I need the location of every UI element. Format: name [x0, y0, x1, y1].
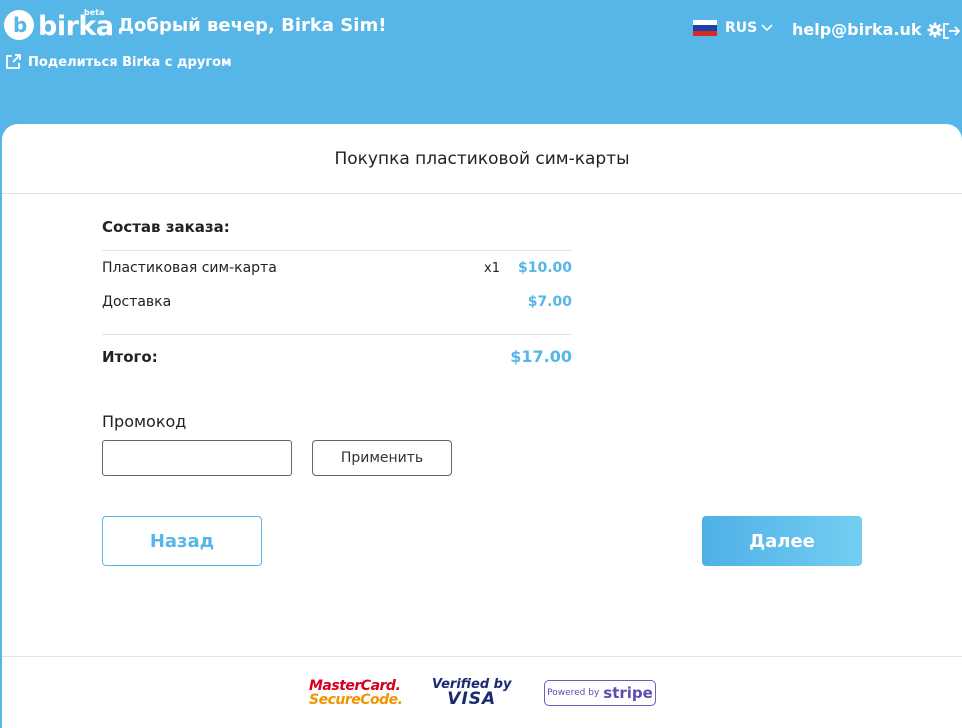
apply-button[interactable]: Применить [312, 440, 452, 476]
logout-icon [943, 23, 961, 39]
language-selector[interactable]: RUS [693, 20, 773, 36]
order-summary: Состав заказа: Пластиковая сим-карта x1 … [102, 218, 572, 366]
order-line-name: Пластиковая сим-карта [102, 260, 277, 276]
purchase-card: Покупка пластиковой сим-карты Состав зак… [2, 124, 962, 728]
share-label: Поделиться Birka с другом [28, 54, 232, 70]
order-line-price: $7.00 [527, 294, 572, 310]
share-link[interactable]: Поделиться Birka с другом [4, 53, 232, 71]
stripe-line2: stripe [603, 684, 653, 702]
total-value: $17.00 [510, 347, 572, 366]
logout-button[interactable] [942, 22, 961, 44]
order-total: Итого: $17.00 [102, 334, 572, 366]
payment-badges: MasterCard. SecureCode. Verified by VISA… [2, 656, 962, 728]
order-line-name: Доставка [102, 294, 172, 310]
greeting: Добрый вечер, Birka Sim! [118, 15, 387, 36]
verified-by-visa-logo: Verified by VISA [432, 677, 511, 709]
help-link[interactable]: help@birka.uk [792, 20, 943, 39]
order-line-qty: x1 [484, 260, 500, 276]
order-line-price: $10.00 [517, 260, 572, 276]
logo[interactable]: b birka beta [4, 8, 114, 42]
order-line: Доставка $7.00 [102, 285, 572, 319]
logo-beta-badge: beta [84, 8, 105, 17]
order-heading: Состав заказа: [102, 218, 572, 251]
mastercard-line2: SecureCode. [309, 692, 403, 708]
language-label: RUS [725, 20, 758, 36]
powered-by-stripe-logo: Powered by stripe [544, 680, 656, 706]
logo-text: birka [38, 11, 114, 42]
visa-line2: VISA [447, 689, 497, 709]
next-button[interactable]: Далее [702, 516, 862, 566]
russia-flag-icon [693, 20, 717, 36]
card-title: Покупка пластиковой сим-карты [2, 124, 962, 194]
gear-icon[interactable] [927, 22, 943, 38]
help-email: help@birka.uk [792, 20, 922, 39]
mastercard-securecode-logo: MasterCard. SecureCode. [309, 678, 403, 708]
stripe-line1: Powered by [547, 688, 600, 698]
total-label: Итого: [102, 347, 158, 366]
chevron-down-icon [761, 24, 773, 32]
order-line: Пластиковая сим-карта x1 $10.00 [102, 251, 572, 285]
share-icon [6, 54, 21, 69]
mastercard-line1: MasterCard. [309, 678, 401, 694]
back-button[interactable]: Назад [102, 516, 262, 566]
logo-mark-icon: b [4, 10, 34, 40]
promo-label: Промокод [102, 412, 187, 431]
promo-input[interactable] [102, 440, 292, 476]
